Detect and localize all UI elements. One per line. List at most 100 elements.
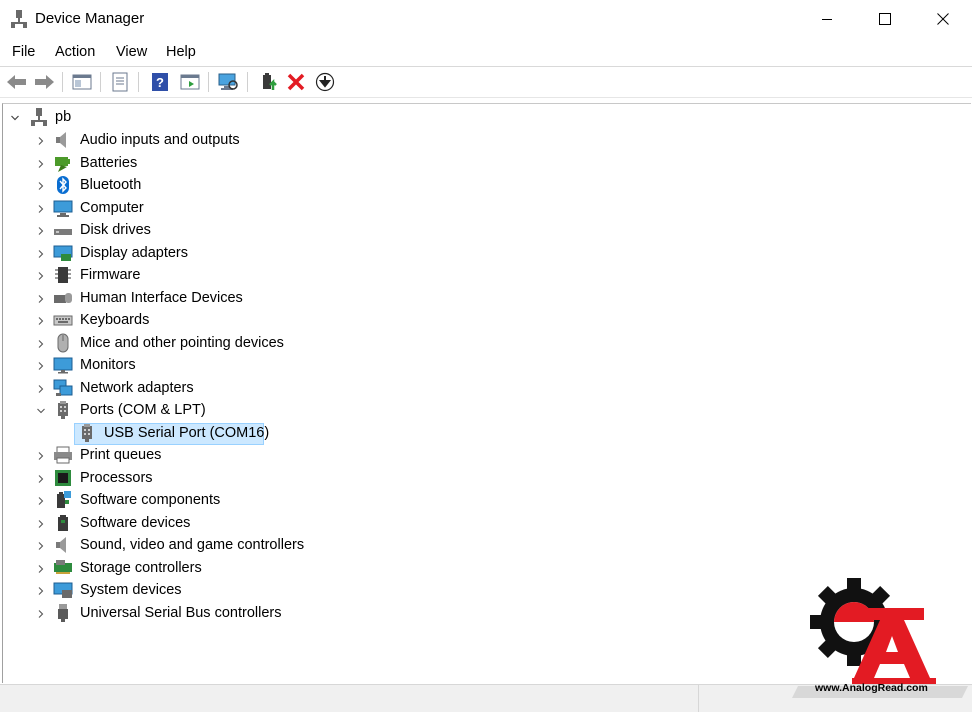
chevron-right-icon [38,497,44,505]
update-driver-button[interactable] [257,70,281,94]
category-label[interactable]: Bluetooth [80,177,141,193]
category-expander[interactable] [35,360,47,372]
category-expander[interactable] [35,563,47,575]
scan-hardware-button[interactable] [216,70,240,94]
menu-view[interactable]: View [116,44,147,60]
category-expander[interactable] [35,608,47,620]
menu-action[interactable]: Action [55,44,95,60]
processor-icon [55,470,71,486]
keyboard-icon [53,315,73,326]
menu-bar: File Action View Help [0,40,972,66]
category-expander[interactable] [35,405,47,417]
uninstall-device-button[interactable] [284,70,308,94]
close-icon [937,13,949,25]
category-label[interactable]: Mice and other pointing devices [80,335,284,351]
menu-help[interactable]: Help [166,44,196,60]
show-hide-console-tree-button[interactable] [70,70,94,94]
disable-device-button[interactable] [313,70,337,94]
toolbar-separator [138,72,139,92]
mouse-icon [57,333,69,353]
port-icon [82,424,92,442]
category-label[interactable]: Batteries [80,155,137,171]
category-expander[interactable] [35,585,47,597]
category-expander[interactable] [35,495,47,507]
category-label[interactable]: Sound, video and game controllers [80,537,304,553]
toolbar-separator [208,72,209,92]
category-expander[interactable] [35,225,47,237]
category-expander[interactable] [35,203,47,215]
computer-root-icon [31,108,47,126]
category-expander[interactable] [35,540,47,552]
category-label[interactable]: System devices [80,582,182,598]
category-label[interactable]: Storage controllers [80,560,202,576]
toolbar-separator [62,72,63,92]
category-label[interactable]: Universal Serial Bus controllers [80,605,281,621]
category-expander[interactable] [35,473,47,485]
computer-icon [53,200,73,217]
properties-button[interactable] [108,70,132,94]
category-label[interactable]: Ports (COM & LPT) [80,402,206,418]
tree-root-label[interactable]: pb [55,109,71,125]
category-expander[interactable] [35,270,47,282]
category-label[interactable]: Audio inputs and outputs [80,132,240,148]
category-expander[interactable] [35,248,47,260]
category-expander[interactable] [35,450,47,462]
firmware-icon [55,267,71,283]
maximize-button[interactable] [862,0,908,38]
category-expander[interactable] [35,180,47,192]
menu-file[interactable]: File [12,44,35,60]
action-pane-button[interactable] [178,70,202,94]
category-expander[interactable] [35,135,47,147]
status-divider [698,685,699,712]
category-label[interactable]: Disk drives [80,222,151,238]
category-label[interactable]: Keyboards [80,312,149,328]
back-button[interactable] [5,70,29,94]
system-device-icon [53,582,73,598]
chevron-down-icon [11,115,19,121]
printer-icon [54,446,72,464]
category-label[interactable]: Software components [80,492,220,508]
forward-icon [35,75,54,89]
chevron-right-icon [38,295,44,303]
disable-icon [315,72,335,92]
uninstall-icon [287,73,305,91]
help-icon: ? [152,73,168,91]
help-button[interactable]: ? [148,70,172,94]
category-label[interactable]: Processors [80,470,153,486]
toolbar-separator [247,72,248,92]
chevron-right-icon [38,182,44,190]
category-expander[interactable] [35,338,47,350]
category-label[interactable]: Human Interface Devices [80,290,243,306]
window-title: Device Manager [35,10,145,27]
forward-button[interactable] [32,70,56,94]
title-bar: Device Manager [0,0,972,38]
bluetooth-icon [57,176,69,194]
category-label[interactable]: Firmware [80,267,140,283]
software-component-icon [57,491,71,508]
console-tree-icon [72,74,92,90]
chevron-right-icon [38,452,44,460]
category-expander[interactable] [35,293,47,305]
device-label[interactable]: USB Serial Port (COM16) [104,425,269,441]
back-icon [7,75,26,89]
category-expander[interactable] [35,315,47,327]
category-label[interactable]: Network adapters [80,380,194,396]
category-label[interactable]: Display adapters [80,245,188,261]
minimize-button[interactable] [804,0,850,38]
properties-icon [112,72,128,92]
close-button[interactable] [920,0,966,38]
chevron-right-icon [38,227,44,235]
toolbar: ? [0,67,972,97]
root-collapse-chevron[interactable] [9,112,21,124]
category-expander[interactable] [35,383,47,395]
category-expander[interactable] [35,518,47,530]
category-label[interactable]: Software devices [80,515,190,531]
device-manager-icon [11,10,27,28]
storage-controller-icon [54,560,72,574]
category-label[interactable]: Computer [80,200,144,216]
category-label[interactable]: Monitors [80,357,136,373]
hid-icon [54,293,72,303]
category-expander[interactable] [35,158,47,170]
chevron-right-icon [38,520,44,528]
category-label[interactable]: Print queues [80,447,161,463]
